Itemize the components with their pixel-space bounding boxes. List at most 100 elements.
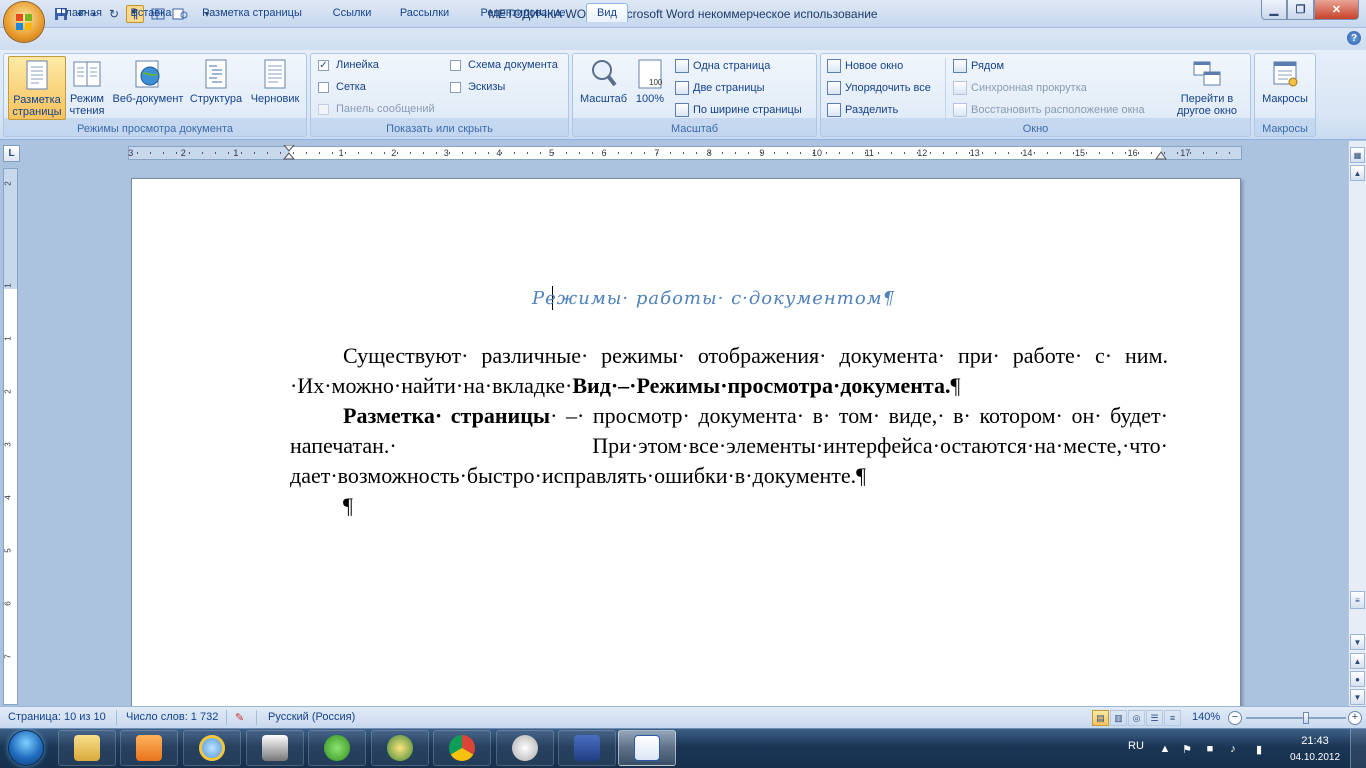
select-browse-object-icon[interactable]: ● — [1350, 671, 1365, 687]
status-reading-mode-icon[interactable]: ▥ — [1110, 710, 1127, 726]
status-print-layout-icon[interactable]: ▤ — [1092, 710, 1109, 726]
action-center-flag-icon[interactable]: ⚑ — [1180, 742, 1194, 756]
zoom-level[interactable]: 140% — [1192, 711, 1220, 723]
ruler-tick — [1203, 152, 1204, 154]
clock-time[interactable]: 21:43 — [1290, 735, 1340, 747]
taskbar-save-disk[interactable] — [558, 730, 616, 766]
side-by-side-button[interactable]: Рядом — [953, 57, 1004, 75]
sync-scroll-button: Синхронная прокрутка — [953, 79, 1087, 97]
scroll-up-icon[interactable]: ▲ — [1350, 165, 1365, 181]
taskbar-word[interactable] — [618, 730, 676, 766]
right-indent-marker-icon[interactable] — [1155, 150, 1167, 160]
help-icon[interactable]: ? — [1347, 31, 1361, 45]
tab-page-layout[interactable]: Разметка страницы — [192, 3, 312, 22]
indent-marker-icon[interactable] — [282, 145, 296, 161]
ruler-tick — [800, 152, 801, 154]
taskbar-media-player[interactable] — [120, 730, 178, 766]
show-desktop-button[interactable] — [1350, 729, 1366, 768]
split-button[interactable]: Разделить — [827, 101, 898, 119]
print-layout-button[interactable]: Разметка страницы — [8, 56, 66, 120]
zoom-out-icon[interactable]: − — [1228, 711, 1242, 725]
spelling-check-icon[interactable]: ✎ — [235, 711, 244, 724]
clock-date[interactable]: 04.10.2012 — [1286, 752, 1344, 763]
status-outline-icon[interactable]: ☰ — [1146, 710, 1163, 726]
language-indicator[interactable]: Русский (Россия) — [268, 711, 355, 723]
zoom-slider-track[interactable] — [1246, 717, 1346, 719]
one-page-button[interactable]: Одна страница — [675, 57, 770, 75]
taskbar-explorer[interactable] — [58, 730, 116, 766]
ruler-tick — [137, 152, 138, 154]
restore-icon: ❐ — [1295, 4, 1306, 16]
taskbar-scanner[interactable] — [246, 730, 304, 766]
new-window-button[interactable]: Новое окно — [827, 57, 903, 75]
taskbar-internet-explorer[interactable] — [183, 730, 241, 766]
document-map-checkbox[interactable]: Схема документа — [450, 57, 558, 73]
thumbnails-checkbox[interactable]: Эскизы — [450, 79, 505, 95]
network-icon[interactable]: ▮ — [1252, 742, 1266, 756]
tab-view[interactable]: Вид — [586, 3, 628, 22]
page-width-button[interactable]: По ширине страницы — [675, 101, 802, 119]
switch-windows-button[interactable]: Перейти в другое окно — [1166, 56, 1248, 120]
tray-expand-icon[interactable]: ▲ — [1158, 742, 1172, 756]
ruler-tick — [930, 152, 931, 154]
grid-checkbox[interactable]: Сетка — [318, 79, 366, 95]
tray-app-icon[interactable]: ■ — [1203, 742, 1217, 756]
tab-home[interactable]: Главная — [52, 3, 110, 22]
horizontal-ruler[interactable]: 3211234567891011121314151617 — [128, 145, 1242, 161]
scroll-down-icon[interactable]: ▼ — [1350, 634, 1365, 650]
group-label-zoom: Масштаб — [670, 123, 719, 135]
outline-label: Структура — [189, 93, 243, 105]
one-page-icon — [675, 59, 689, 73]
paragraph-3[interactable]: ¶ — [290, 491, 1168, 521]
taskbar-media-center[interactable] — [371, 730, 429, 766]
tab-review[interactable]: Рецензирование — [468, 3, 578, 22]
ruler-tick — [995, 152, 996, 154]
ruler-tick — [761, 152, 762, 154]
paragraph-1[interactable]: Существуют· различные· режимы· отображен… — [290, 341, 1168, 401]
word-count[interactable]: Число слов: 1 732 — [126, 711, 218, 723]
ruler-tick — [1060, 152, 1061, 154]
taskbar-utorrent[interactable] — [308, 730, 366, 766]
status-bar: Страница: 10 из 10 Число слов: 1 732 ✎ Р… — [0, 706, 1366, 728]
previous-page-icon[interactable]: ▲ — [1350, 653, 1365, 669]
paragraph-2[interactable]: Разметка· страницы· –· просмотр· докумен… — [290, 401, 1168, 491]
macros-button[interactable]: Макросы — [1257, 56, 1313, 120]
next-page-icon[interactable]: ▼ — [1350, 689, 1365, 705]
vertical-scrollbar[interactable]: ▦ ▲ ≡ ▼ ▲ ● ▼ — [1348, 141, 1366, 706]
restore-button[interactable]: ❐ — [1287, 0, 1314, 20]
ruler-tick — [254, 152, 255, 154]
tab-mailings[interactable]: Рассылки — [392, 3, 457, 22]
scroll-thumb[interactable]: ≡ — [1350, 591, 1365, 609]
document-heading[interactable]: Режимы· работы· с·документом¶ — [532, 288, 982, 309]
zoom-100-button[interactable]: 100 100% — [633, 56, 667, 120]
page-counter[interactable]: Страница: 10 из 10 — [8, 711, 106, 723]
zoom-in-icon[interactable]: + — [1348, 711, 1362, 725]
outline-button[interactable]: Структура — [188, 56, 244, 120]
tray-language[interactable]: RU — [1128, 740, 1144, 752]
web-layout-button[interactable]: Веб-документ — [109, 56, 187, 120]
volume-icon[interactable]: ♪ — [1226, 742, 1240, 756]
arrange-all-button[interactable]: Упорядочить все — [827, 79, 931, 97]
status-web-layout-icon[interactable]: ◎ — [1128, 710, 1145, 726]
reading-mode-button[interactable]: Режим чтения — [68, 56, 106, 120]
two-pages-button[interactable]: Две страницы — [675, 79, 765, 97]
folder-icon — [74, 735, 100, 761]
ruler-checkbox[interactable]: ✓ Линейка — [318, 57, 379, 73]
document-page[interactable]: Режимы· работы· с·документом¶ Существуют… — [131, 178, 1241, 706]
close-button[interactable]: ✕ — [1314, 0, 1359, 20]
minimize-button[interactable]: ▁ — [1261, 0, 1287, 20]
draft-button[interactable]: Черновик — [246, 56, 304, 120]
status-draft-icon[interactable]: ≡ — [1164, 710, 1181, 726]
taskbar-chrome[interactable] — [433, 730, 491, 766]
zoom-slider-thumb[interactable] — [1303, 712, 1310, 724]
office-button[interactable] — [4, 2, 44, 42]
start-button[interactable] — [0, 728, 52, 768]
tab-insert[interactable]: Вставка — [121, 3, 181, 22]
tab-references[interactable]: Ссылки — [323, 3, 381, 22]
zoom-button[interactable]: Масштаб — [576, 56, 631, 120]
reset-position-icon — [953, 103, 967, 117]
taskbar-webcam[interactable] — [496, 730, 554, 766]
document-body[interactable]: Существуют· различные· режимы· отображен… — [290, 341, 1168, 521]
tab-selector-button[interactable]: L — [3, 145, 20, 162]
view-ruler-icon[interactable]: ▦ — [1350, 147, 1365, 163]
